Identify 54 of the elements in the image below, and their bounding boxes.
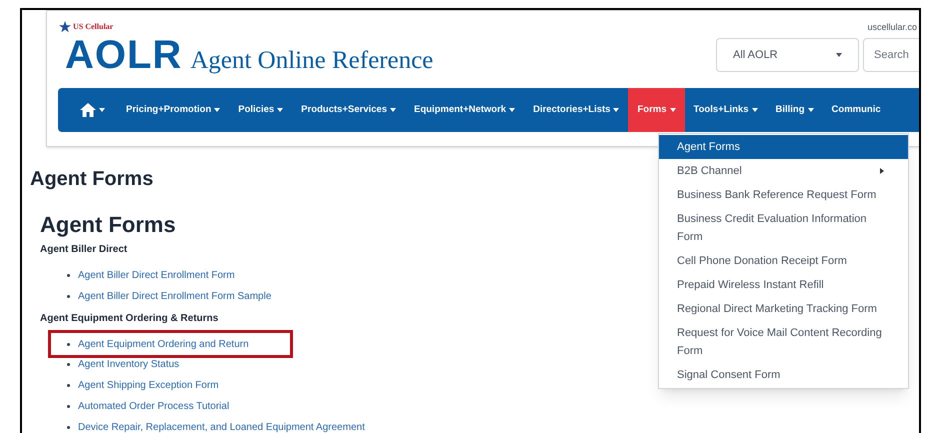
bullet-icon — [67, 384, 70, 387]
caret-icon — [808, 108, 814, 112]
menu-item[interactable]: Signal Consent Form — [659, 363, 908, 387]
group-heading: Agent Biller Direct — [40, 243, 128, 257]
menu-item[interactable]: Regional Direct Marketing Tracking Form — [659, 297, 908, 321]
nav-tab[interactable]: Billing — [766, 88, 823, 132]
site-link[interactable]: uscellular.co — [867, 21, 917, 34]
nav-tab[interactable]: Tools+Links — [684, 88, 767, 132]
form-link[interactable]: Agent Biller Direct Enrollment Form Sample — [78, 289, 272, 304]
form-link[interactable]: Agent Biller Direct Enrollment Form — [78, 268, 235, 283]
caret-icon — [214, 108, 220, 112]
caret-icon — [752, 108, 758, 112]
bullet-icon — [67, 426, 70, 429]
form-link[interactable]: Automated Order Process Tutorial — [78, 399, 230, 414]
scope-select[interactable]: All AOLR — [716, 38, 859, 72]
menu-item[interactable]: Business Bank Reference Request Form — [659, 183, 908, 207]
home-icon — [80, 103, 96, 117]
bullet-icon — [67, 274, 70, 277]
caret-icon — [670, 108, 676, 112]
bullet-icon — [67, 363, 70, 366]
star-logo-icon — [59, 21, 71, 33]
bullet-icon — [67, 342, 70, 346]
site-logo: AOLR — [65, 35, 182, 75]
form-link[interactable]: Agent Equipment Ordering and Return — [78, 336, 249, 352]
nav-tab[interactable]: Directories+Lists — [524, 88, 628, 132]
bullet-icon — [67, 295, 70, 298]
nav-tab[interactable]: Communic — [822, 88, 890, 132]
menu-item[interactable]: Request for Voice Mail Content Recording Form — [659, 321, 908, 363]
caret-icon — [99, 108, 105, 112]
caret-icon — [613, 108, 620, 112]
nav-tab[interactable]: Forms — [628, 88, 685, 132]
form-link[interactable]: Agent Shipping Exception Form — [78, 378, 219, 393]
bullet-icon — [67, 405, 70, 408]
nav-tab[interactable]: Policies — [229, 88, 292, 132]
search-field[interactable]: Search — [863, 38, 919, 72]
page-title: Agent Forms — [30, 167, 154, 192]
nav-tab[interactable]: Equipment+Network — [404, 88, 524, 132]
nav-tab[interactable]: Pricing+Promotion — [117, 88, 230, 132]
group-heading: Agent Equipment Ordering & Returns — [40, 312, 220, 326]
menu-item[interactable]: Cell Phone Donation Receipt Form — [659, 249, 908, 273]
menu-item[interactable]: Business Credit Evaluation Information Form — [659, 207, 908, 249]
section-title: Agent Forms — [40, 212, 176, 238]
caret-icon — [390, 108, 396, 112]
menu-item[interactable]: Agent Forms — [659, 135, 908, 159]
form-link[interactable]: Agent Inventory Status — [78, 357, 180, 372]
menu-item[interactable]: Prepaid Wireless Instant Refill — [659, 273, 908, 297]
caret-icon — [277, 108, 284, 112]
menu-item[interactable]: B2B Channel — [659, 159, 908, 183]
site-tagline: Agent Online Reference — [190, 47, 434, 75]
form-link[interactable]: Device Repair, Replacement, and Loaned Equipment Agreement — [78, 420, 365, 433]
nav-tab[interactable]: Products+Services — [292, 88, 405, 132]
brand-logo: US Cellular — [73, 21, 114, 33]
caret-icon — [509, 108, 516, 112]
caret-icon — [836, 53, 842, 57]
